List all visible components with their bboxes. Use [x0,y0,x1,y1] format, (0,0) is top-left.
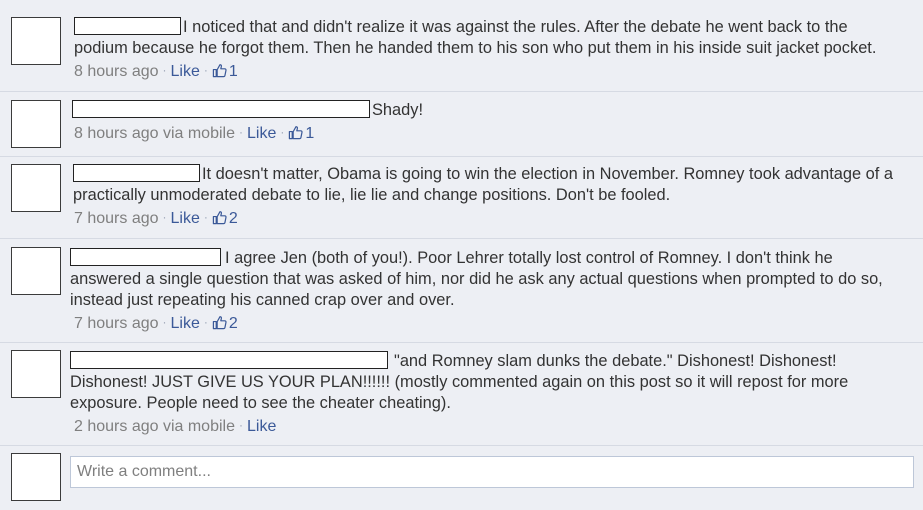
comment-time[interactable]: 8 hours ago [74,63,159,80]
comment-item: It doesn't matter, Obama is going to win… [0,157,923,239]
like-button[interactable]: Like [171,315,200,332]
separator: · [162,315,167,329]
separator: · [203,210,208,224]
like-count-value: 2 [228,315,238,332]
comment-meta: 2 hours ago via mobile · Like [70,416,905,438]
thumbs-up-icon [212,64,227,78]
comment-time[interactable]: 7 hours ago [74,315,159,332]
comment-meta: 7 hours ago · Like · 2 [73,208,905,230]
comment-item: I noticed that and didn't realize it was… [0,0,923,92]
redacted-author-name [72,100,370,118]
thumbs-up-icon [212,211,227,225]
separator: · [203,63,208,77]
like-count[interactable]: 1 [212,63,238,80]
like-button[interactable]: Like [247,418,276,435]
avatar[interactable] [11,100,61,148]
comment-item: "and Romney slam dunks the debate." Dish… [0,343,923,446]
comment-list: I noticed that and didn't realize it was… [0,0,923,510]
comment-item: I agree Jen (both of you!). Poor Lehrer … [0,239,923,343]
comment-input[interactable] [70,456,914,488]
comment-time[interactable]: 2 hours ago via mobile [74,418,235,435]
avatar[interactable] [11,17,61,65]
like-count[interactable]: 1 [288,125,314,142]
separator: · [238,125,243,139]
separator: · [238,418,243,432]
like-count[interactable]: 2 [212,210,238,227]
avatar[interactable] [11,247,61,295]
comment-item: Shady! 8 hours ago via mobile · Like · 1 [0,92,923,157]
redacted-author-name [70,351,388,369]
redacted-author-name [74,17,181,35]
like-count-value: 2 [228,210,238,227]
separator: · [280,125,285,139]
thumbs-up-icon [212,316,227,330]
comment-time[interactable]: 8 hours ago via mobile [74,125,235,142]
comment-time[interactable]: 7 hours ago [74,210,159,227]
comment-meta: 8 hours ago via mobile · Like · 1 [72,123,905,145]
like-count[interactable]: 2 [212,315,238,332]
comment-meta: 8 hours ago · Like · 1 [74,61,905,83]
like-button[interactable]: Like [171,210,200,227]
comment-text: I noticed that and didn't realize it was… [74,18,877,57]
separator: · [162,210,167,224]
separator: · [203,315,208,329]
thumbs-up-icon [289,126,303,140]
redacted-author-name [73,164,200,182]
comment-meta: 7 hours ago · Like · 2 [70,313,905,335]
avatar[interactable] [11,350,61,398]
like-button[interactable]: Like [171,63,200,80]
separator: · [162,63,167,77]
comment-text: Shady! [372,101,424,119]
like-count-value: 1 [305,125,315,142]
like-count-value: 1 [228,63,238,80]
comment-composer [0,446,923,510]
redacted-author-name [70,248,221,266]
avatar [11,453,61,501]
avatar[interactable] [11,164,61,212]
like-button[interactable]: Like [247,125,276,142]
